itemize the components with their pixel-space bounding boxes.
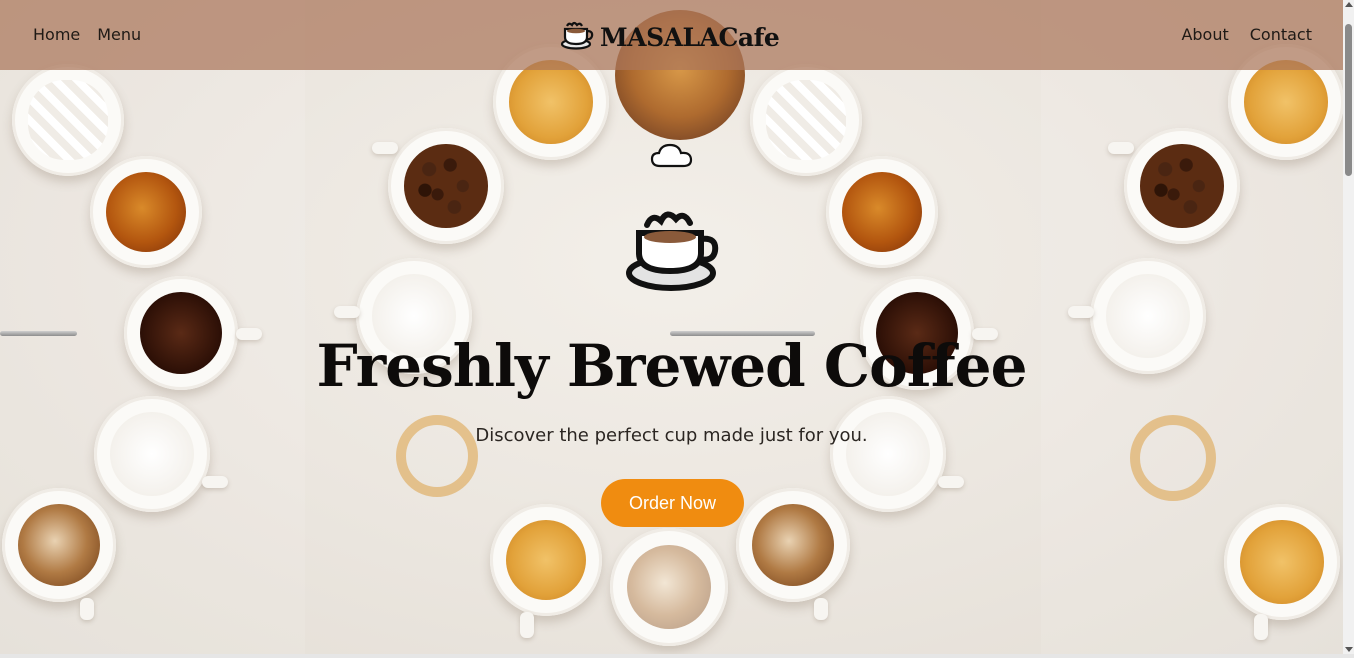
- nav-left-links: Home Menu: [33, 25, 141, 44]
- hero-headline: Freshly Brewed Coffee: [316, 332, 1028, 400]
- sugar-cup-image: [12, 64, 124, 176]
- navbar: Home Menu MASALACafe About Contact: [0, 0, 1343, 70]
- hero-subtitle: Discover the perfect cup made just for y…: [475, 425, 868, 446]
- cloud-icon: [650, 142, 694, 174]
- nav-link-home[interactable]: Home: [33, 25, 80, 44]
- nav-link-menu[interactable]: Menu: [97, 25, 141, 44]
- order-now-button[interactable]: Order Now: [601, 479, 744, 527]
- beans-cup-image: [372, 128, 504, 244]
- latte-cup-image: [736, 488, 850, 620]
- milk-cup-image: [830, 396, 964, 512]
- sugar-cup-image: [750, 64, 862, 176]
- milk-splash-cup-image: [610, 528, 728, 646]
- scrollbar-thumb[interactable]: [1345, 24, 1352, 176]
- tea-cup-image: [490, 504, 602, 638]
- tea-cup-image: [826, 156, 938, 268]
- tea-cup-image: [1224, 504, 1340, 640]
- page: Home Menu MASALACafe About Contact Fresh…: [0, 0, 1354, 658]
- coffee-cup-logo-icon: [560, 20, 594, 54]
- nav-link-about[interactable]: About: [1181, 25, 1228, 44]
- tea-cup-image: [90, 156, 202, 268]
- beans-cup-image: [1108, 128, 1240, 244]
- nav-link-contact[interactable]: Contact: [1250, 25, 1312, 44]
- hero-section: [0, 0, 1344, 654]
- brand-name: MASALACafe: [600, 22, 780, 52]
- vertical-scrollbar[interactable]: [1343, 0, 1354, 654]
- latte-cup-image: [2, 488, 116, 620]
- milk-cup-image: [94, 396, 228, 512]
- scroll-up-arrow-icon[interactable]: [1345, 2, 1353, 7]
- brand-logo[interactable]: MASALACafe: [560, 20, 780, 54]
- scroll-down-arrow-icon[interactable]: [1345, 647, 1353, 652]
- nav-right-links: About Contact: [1181, 25, 1312, 44]
- page-bottom-edge: [0, 654, 1354, 658]
- coffee-cup-logo-icon: [625, 205, 721, 297]
